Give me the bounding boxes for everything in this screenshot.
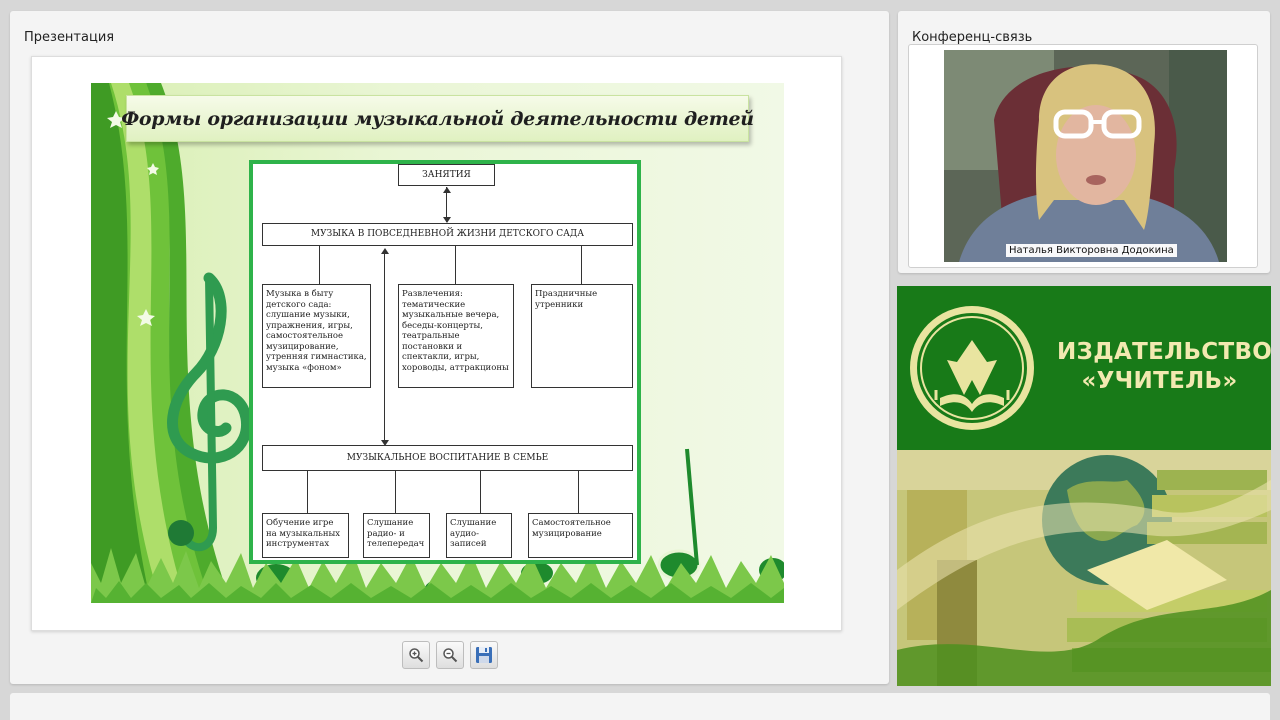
publisher-name: ИЗДАТЕЛЬСТВО «УЧИТЕЛЬ»	[1057, 338, 1271, 396]
arrow-up-icon	[381, 248, 389, 254]
publisher-header: ИЗДАТЕЛЬСТВО «УЧИТЕЛЬ»	[897, 286, 1271, 450]
zoom-in-button[interactable]	[402, 641, 430, 669]
diagram-connector	[384, 252, 385, 444]
publisher-books-image	[897, 450, 1271, 686]
conference-panel-title: Конференц-связь	[912, 30, 1033, 45]
diagram-connector	[307, 471, 308, 513]
conference-panel: Конференц-связь Наталья Викторовна Додок…	[898, 11, 1270, 273]
zoom-out-icon	[443, 648, 458, 663]
publisher-banner: ИЗДАТЕЛЬСТВО «УЧИТЕЛЬ»	[897, 286, 1271, 686]
diagram-connector	[480, 471, 481, 513]
arrow-up-icon	[443, 187, 451, 193]
video-tile[interactable]: Наталья Викторовна Додокина	[908, 44, 1258, 268]
diagram-box-radio-tv: Слушание радио- и телепередач	[363, 513, 430, 558]
presentation-toolbar	[402, 641, 498, 669]
slide-title-banner: Формы организации музыкальной деятельнос…	[121, 95, 754, 142]
slide-viewport: Формы организации музыкальной деятельнос…	[31, 56, 842, 631]
participant-avatar	[944, 50, 1227, 262]
zoom-out-button[interactable]	[436, 641, 464, 669]
diagram-box-independent-music: Самостоятельное музицирование	[528, 513, 633, 558]
bottom-panel	[10, 693, 1270, 720]
floppy-disk-icon	[476, 647, 492, 663]
diagram-connector	[319, 246, 320, 284]
slide: Формы организации музыкальной деятельнос…	[91, 83, 784, 603]
diagram-connector	[395, 471, 396, 513]
diagram-box-everyday-music: Музыка в быту детского сада: слушание му…	[262, 284, 371, 388]
participant-name-label: Наталья Викторовна Додокина	[1006, 244, 1177, 257]
zoom-in-icon	[409, 648, 424, 663]
publisher-name-line2: «УЧИТЕЛЬ»	[1081, 368, 1238, 394]
diagram-box-family-education: МУЗЫКАЛЬНОЕ ВОСПИТАНИЕ В СЕМЬЕ	[262, 445, 633, 471]
diagram-box-audio-recordings: Слушание аудио-записей	[446, 513, 512, 558]
diagram-box-entertainment: Развлечения: тематические музыкальные ве…	[398, 284, 514, 388]
diagram-connector	[578, 471, 579, 513]
save-button[interactable]	[470, 641, 498, 669]
diagram-box-holiday-matinees: Праздничные утренники	[531, 284, 633, 388]
slide-title: Формы организации музыкальной деятельнос…	[121, 107, 754, 130]
publisher-logo-icon	[910, 306, 1034, 430]
books-globe-illustration	[897, 450, 1271, 686]
publisher-name-line1: ИЗДАТЕЛЬСТВО	[1057, 339, 1271, 365]
diagram-box-daily-life: МУЗЫКА В ПОВСЕДНЕВНОЙ ЖИЗНИ ДЕТСКОГО САД…	[262, 223, 633, 246]
diagram-box-lessons: ЗАНЯТИЯ	[398, 164, 495, 186]
presentation-panel-title: Презентация	[24, 30, 115, 45]
diagram-connector	[581, 246, 582, 284]
participant-video: Наталья Викторовна Додокина	[944, 50, 1227, 262]
diagram-connector	[455, 246, 456, 284]
presentation-panel: Презентация Формы организации музыкально…	[10, 11, 889, 684]
diagram-box-instrument-lessons: Обучение игре на музыкальных инструмента…	[262, 513, 349, 558]
organization-diagram: ЗАНЯТИЯ МУЗЫКА В ПОВСЕДНЕВНОЙ ЖИЗНИ ДЕТС…	[249, 160, 641, 564]
